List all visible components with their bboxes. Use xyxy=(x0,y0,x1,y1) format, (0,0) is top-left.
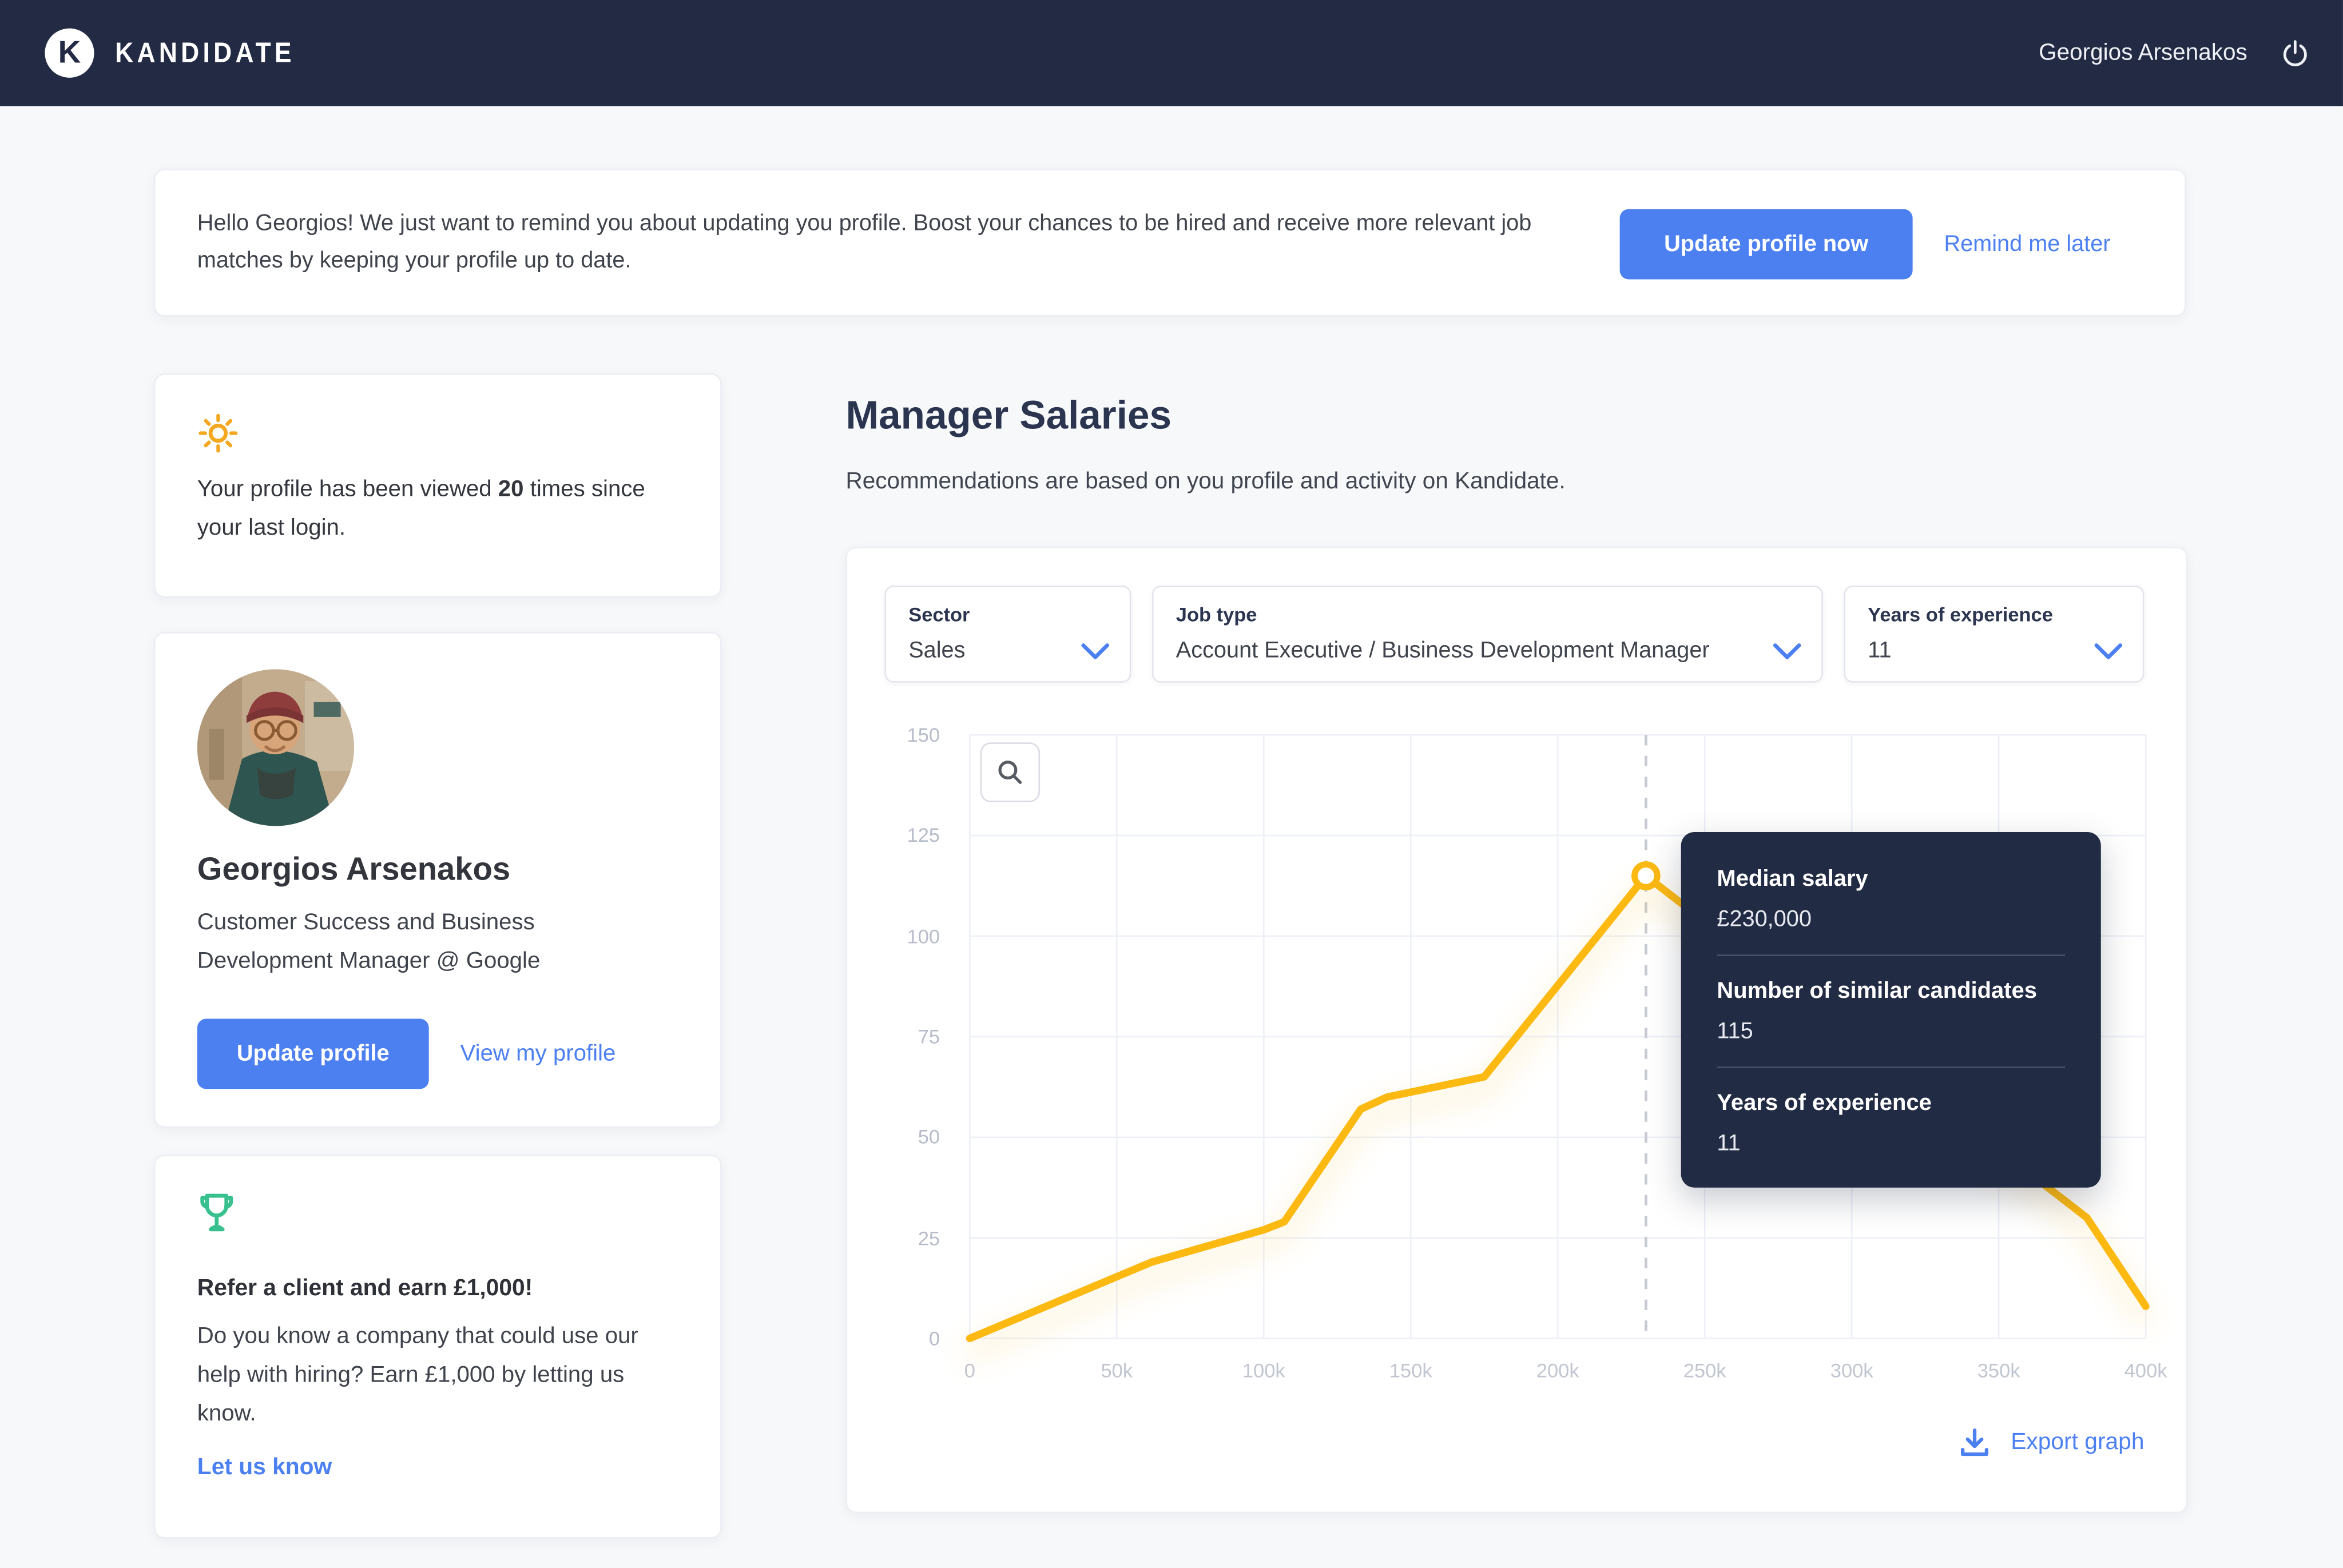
sector-dropdown[interactable]: Sector Sales xyxy=(884,585,1131,683)
navbar: K KANDIDATE Georgios Arsenakos xyxy=(0,0,2343,106)
referral-card: Refer a client and earn £1,000! Do you k… xyxy=(154,1155,722,1539)
y-axis-tick: 125 xyxy=(907,824,940,847)
tooltip-label: Number of similar candidates xyxy=(1717,978,2037,1004)
job-type-dropdown[interactable]: Job type Account Executive / Business De… xyxy=(1152,585,1823,683)
x-axis-tick: 50k xyxy=(1101,1359,1133,1382)
avatar xyxy=(197,669,355,826)
y-axis-tick: 50 xyxy=(918,1126,940,1149)
x-axis-tick: 100k xyxy=(1242,1359,1285,1382)
chevron-down-icon xyxy=(1772,641,1802,659)
chevron-down-icon xyxy=(1081,641,1110,659)
profile-job-title: Customer Success and Business Developmen… xyxy=(197,909,541,973)
update-profile-button[interactable]: Update profile xyxy=(197,1018,429,1089)
remind-me-later-link[interactable]: Remind me later xyxy=(1944,170,2110,319)
years-of-experience-dropdown[interactable]: Years of experience 11 xyxy=(1844,585,2145,683)
banner-message: Hello Georgios! We just want to remind y… xyxy=(197,210,1532,273)
referral-title: Refer a client and earn £1,000! xyxy=(197,1275,533,1302)
profile-views-text: Your profile has been viewed 20 times si… xyxy=(197,471,661,548)
views-count: 20 xyxy=(498,476,524,502)
profile-card: Georgios Arsenakos Customer Success and … xyxy=(154,631,722,1128)
y-axis-tick: 25 xyxy=(918,1227,940,1249)
tooltip-label: Median salary xyxy=(1717,866,1868,892)
y-axis-tick: 150 xyxy=(907,723,940,746)
x-axis-tick: 0 xyxy=(964,1359,975,1382)
logout-power-icon[interactable] xyxy=(2280,38,2310,68)
x-axis-tick: 200k xyxy=(1536,1359,1579,1382)
highlighted-data-point[interactable] xyxy=(1631,861,1661,890)
profile-name: Georgios Arsenakos xyxy=(197,851,511,888)
referral-body: Do you know a company that could use our… xyxy=(197,1323,638,1427)
x-axis-tick: 400k xyxy=(2124,1359,2167,1382)
export-graph-label: Export graph xyxy=(2011,1428,2145,1454)
page: K KANDIDATE Georgios Arsenakos Hello Geo… xyxy=(0,0,2343,1568)
nav-username[interactable]: Georgios Arsenakos xyxy=(2039,39,2247,66)
y-axis-tick: 75 xyxy=(918,1025,940,1048)
update-reminder-banner: Hello Georgios! We just want to remind y… xyxy=(154,169,2186,317)
x-axis-tick: 300k xyxy=(1830,1359,1873,1382)
export-graph-button[interactable]: Export graph xyxy=(1959,1427,2145,1458)
x-axis-tick: 250k xyxy=(1683,1359,1726,1382)
tooltip-divider xyxy=(1717,1066,2066,1068)
tooltip-value: £230,000 xyxy=(1717,906,1812,933)
update-profile-now-button[interactable]: Update profile now xyxy=(1619,209,1913,280)
magnifier-icon xyxy=(998,761,1022,784)
view-my-profile-link[interactable]: View my profile xyxy=(460,1019,616,1089)
tooltip-label: Years of experience xyxy=(1717,1090,1932,1116)
tooltip-value: 115 xyxy=(1717,1018,1753,1044)
page-title: Manager Salaries xyxy=(845,393,1172,438)
chevron-down-icon xyxy=(2094,641,2123,659)
views-text-before: Your profile has been viewed xyxy=(197,476,498,502)
years-value: 11 xyxy=(1868,638,1892,663)
profile-views-card: Your profile has been viewed 20 times si… xyxy=(154,373,722,598)
chart-tooltip: Median salary £230,000 Number of similar… xyxy=(1681,831,2101,1188)
download-icon xyxy=(1960,1428,1988,1456)
x-axis-tick: 350k xyxy=(1977,1359,2020,1382)
tooltip-value: 11 xyxy=(1717,1131,1741,1156)
years-label: Years of experience xyxy=(1868,603,2053,626)
brand-name[interactable]: KANDIDATE xyxy=(115,37,295,69)
job-type-label: Job type xyxy=(1176,603,1257,626)
x-axis-tick: 150k xyxy=(1389,1359,1432,1382)
tooltip-divider xyxy=(1717,954,2066,956)
kandidate-logo-icon[interactable]: K xyxy=(45,28,94,78)
y-axis-tick: 0 xyxy=(928,1327,940,1350)
sun-icon xyxy=(197,412,239,454)
job-type-value: Account Executive / Business Development… xyxy=(1176,638,1710,663)
page-subtitle: Recommendations are based on you profile… xyxy=(845,469,1566,495)
salary-chart-card: Sector Sales Job type Account Executive … xyxy=(845,547,2188,1514)
trophy-icon xyxy=(197,1192,236,1234)
let-us-know-link[interactable]: Let us know xyxy=(197,1455,332,1482)
sector-value: Sales xyxy=(908,638,966,663)
y-axis-tick: 100 xyxy=(907,925,940,948)
sector-label: Sector xyxy=(908,603,970,626)
chart-zoom-button[interactable] xyxy=(980,742,1041,802)
